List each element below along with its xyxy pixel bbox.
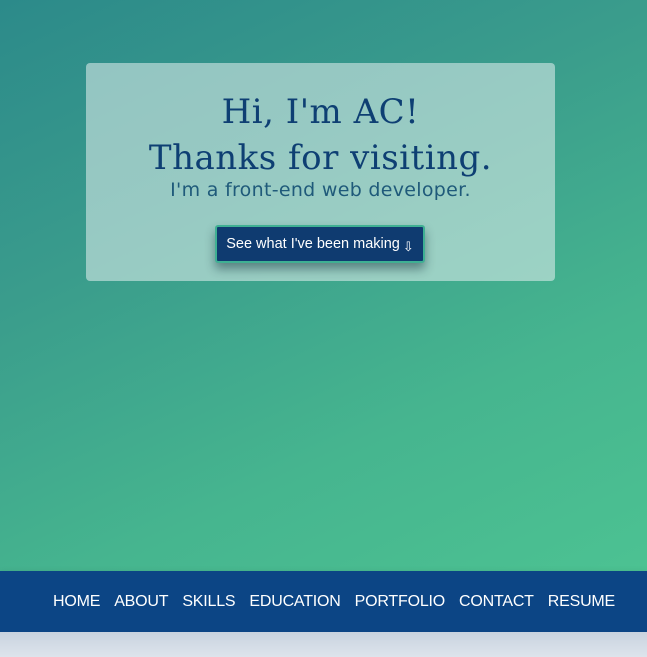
tagline: I'm a front-end web developer. bbox=[170, 179, 471, 201]
nav-item-home[interactable]: HOME bbox=[53, 593, 100, 611]
nav-item-education[interactable]: EDUCATION bbox=[249, 593, 340, 611]
nav-item-portfolio[interactable]: PORTFOLIO bbox=[355, 593, 446, 611]
hero-section: Hi, I'm AC! Thanks for visiting. I'm a f… bbox=[0, 0, 647, 571]
intro-card: Hi, I'm AC! Thanks for visiting. I'm a f… bbox=[86, 63, 555, 281]
nav-item-resume[interactable]: RESUME bbox=[548, 593, 615, 611]
nav-item-skills[interactable]: SKILLS bbox=[182, 593, 235, 611]
nav-list: HOME ABOUT SKILLS EDUCATION PORTFOLIO CO… bbox=[53, 571, 629, 632]
greeting-line-1: Hi, I'm AC! bbox=[221, 92, 420, 132]
nav-item-contact[interactable]: CONTACT bbox=[459, 593, 534, 611]
see-work-button[interactable]: See what I've been making ⇩ bbox=[215, 225, 425, 263]
greeting-line-2: Thanks for visiting. bbox=[148, 138, 493, 178]
see-work-button-label: See what I've been making bbox=[226, 236, 400, 252]
page-bottom-strip bbox=[0, 632, 647, 657]
intro-heading: Hi, I'm AC! Thanks for visiting. bbox=[86, 89, 555, 181]
main-nav: HOME ABOUT SKILLS EDUCATION PORTFOLIO CO… bbox=[0, 571, 647, 632]
arrow-down-icon: ⇩ bbox=[402, 239, 414, 254]
nav-item-about[interactable]: ABOUT bbox=[114, 593, 168, 611]
